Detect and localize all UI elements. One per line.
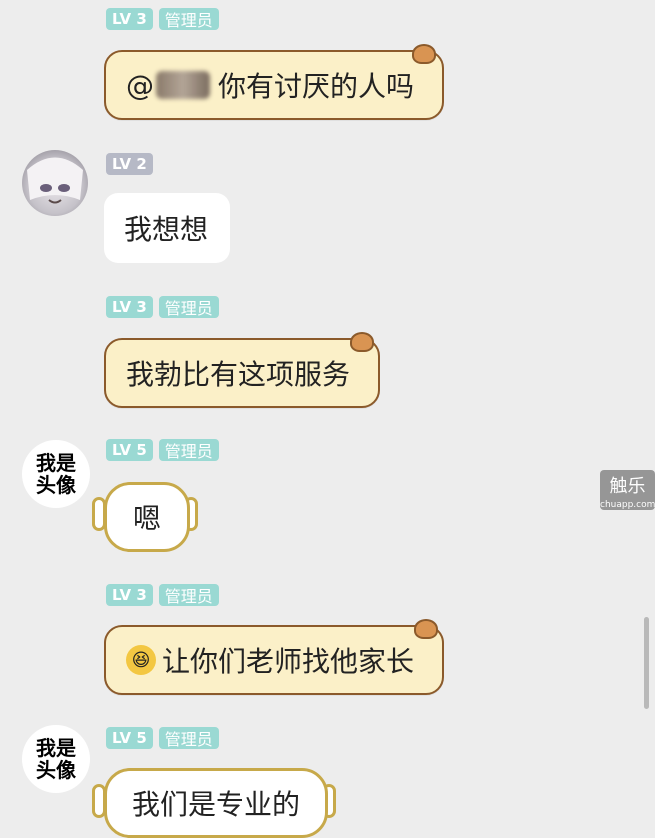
chat-bubble-2[interactable]: 我想想 [104,193,230,263]
badge-row-3: LV 3 管理员 [106,295,219,319]
cat-ear-icon [412,44,436,64]
badge-row-4: LV 5 管理员 [106,438,219,462]
chat-bubble-6[interactable]: 我们是专业的 [104,768,328,838]
level-badge: LV 5 [106,439,153,461]
cat-ear-icon [350,332,374,352]
chat-bubble-3[interactable]: 我勃比有这项服务 [104,338,380,408]
role-badge: 管理员 [158,727,219,749]
role-badge: 管理员 [158,584,219,606]
anime-face-icon [27,157,83,204]
message-text-1: 你有讨厌的人吗 [218,70,415,103]
cat-ear-icon [414,619,438,639]
site-watermark: 触乐 chuapp.com [600,470,655,510]
role-badge: 管理员 [158,8,219,30]
avatar-text-badge[interactable]: 我是 头像 [22,725,90,793]
chat-bubble-5[interactable]: 😆 让你们老师找他家长 [104,625,444,695]
scrollbar[interactable] [644,617,649,709]
level-badge: LV 3 [106,584,153,606]
badge-row-6: LV 5 管理员 [106,726,219,750]
message-text-4: 嗯 [132,502,161,535]
blurred-name [156,71,210,99]
chat-bubble-1[interactable]: @ 你有讨厌的人吗 [104,50,444,120]
avatar-caption: 我是 头像 [36,451,76,497]
user-avatar[interactable] [22,150,88,216]
badge-row-1: LV 3 管理员 [106,7,219,31]
message-text-5: 让你们老师找他家长 [162,645,415,678]
level-badge: LV 3 [106,8,153,30]
badge-row-2: LV 2 [106,152,153,176]
avatar-text-badge[interactable]: 我是 头像 [22,440,90,508]
message-text-6: 我们是专业的 [131,788,300,821]
role-badge: 管理员 [158,296,219,318]
avatar-caption: 我是 头像 [36,736,76,782]
level-badge: LV 2 [106,153,153,175]
level-badge: LV 3 [106,296,153,318]
badge-row-5: LV 3 管理员 [106,583,219,607]
laughing-emoji-icon: 😆 [126,645,156,675]
role-badge: 管理员 [158,439,219,461]
message-text-2: 我想想 [124,213,209,246]
chat-bubble-4[interactable]: 嗯 [104,482,190,552]
message-text-3: 我勃比有这项服务 [126,358,351,391]
level-badge: LV 5 [106,727,153,749]
at-symbol: @ [126,68,154,102]
